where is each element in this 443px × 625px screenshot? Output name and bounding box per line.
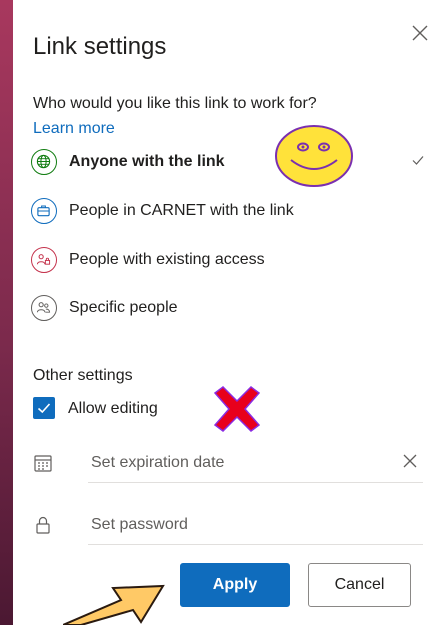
cancel-button[interactable]: Cancel: [308, 563, 411, 607]
lock-icon: [36, 516, 50, 534]
option-anyone[interactable]: Anyone with the link: [31, 146, 431, 178]
people-icon: [31, 295, 57, 321]
cross-annotation: [213, 386, 261, 432]
option-specific-people[interactable]: Specific people: [31, 292, 431, 324]
learn-more-link[interactable]: Learn more: [33, 120, 115, 138]
allow-editing-checkbox[interactable]: [33, 397, 55, 419]
globe-icon: [31, 149, 57, 175]
calendar-icon: [34, 455, 52, 472]
checkmark-icon: [412, 156, 424, 165]
option-existing-access[interactable]: People with existing access: [31, 244, 431, 276]
expiration-date-field[interactable]: Set expiration date: [33, 443, 423, 483]
audience-question: Who would you like this link to work for…: [33, 95, 317, 112]
allow-editing-label[interactable]: Allow editing: [68, 400, 158, 418]
arrow-annotation: [63, 584, 165, 625]
checkmark-icon: [37, 403, 51, 414]
briefcase-icon: [31, 198, 57, 224]
expiration-underline: [88, 482, 423, 483]
password-placeholder: Set password: [91, 516, 188, 533]
expiration-date-placeholder: Set expiration date: [91, 454, 225, 471]
apply-button[interactable]: Apply: [180, 563, 290, 607]
option-existing-access-label: People with existing access: [69, 251, 265, 268]
smiley-annotation: [275, 125, 353, 187]
option-organization[interactable]: People in CARNET with the link: [31, 195, 431, 227]
option-specific-people-label: Specific people: [69, 299, 178, 316]
option-anyone-label: Anyone with the link: [69, 153, 225, 170]
people-lock-icon: [31, 247, 57, 273]
other-settings-heading: Other settings: [33, 367, 133, 384]
link-settings-dialog: Link settings Who would you like this li…: [13, 0, 443, 625]
clear-icon[interactable]: [401, 452, 419, 470]
password-field[interactable]: Set password: [33, 505, 423, 545]
option-organization-label: People in CARNET with the link: [69, 202, 294, 219]
dialog-title: Link settings: [33, 33, 167, 60]
password-underline: [88, 544, 423, 545]
close-icon[interactable]: [407, 20, 433, 46]
